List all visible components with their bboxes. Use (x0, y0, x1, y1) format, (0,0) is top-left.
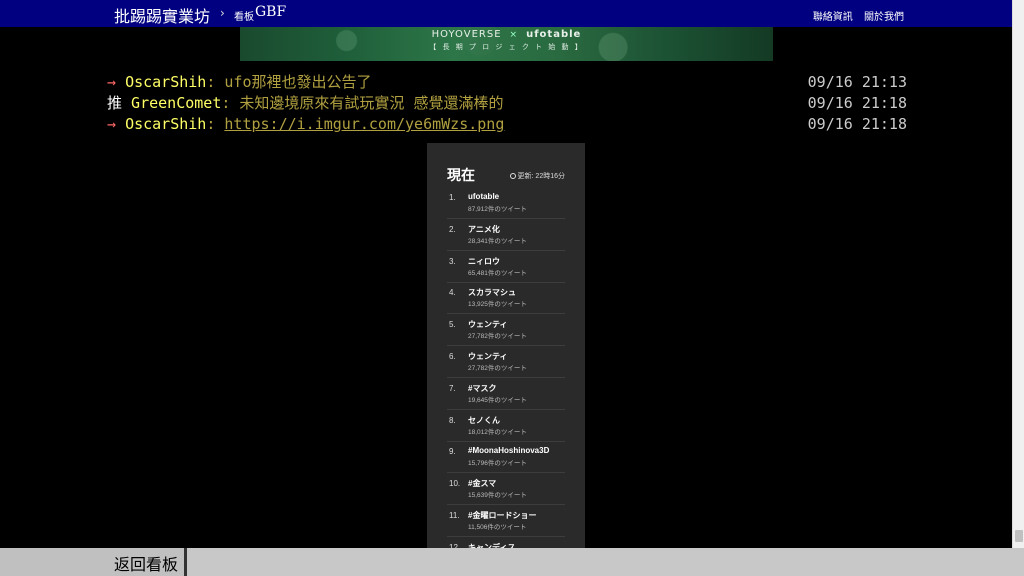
trends-updated-time: 更新: 22時16分 (509, 171, 565, 181)
trend-name: #マスク (468, 383, 497, 393)
vertical-scrollbar[interactable] (1012, 0, 1024, 548)
top-navigation-bar: 批踢踢實業坊 › 看板 GBF 聯絡資訊 關於我們 (0, 0, 1012, 27)
trend-tweet-count: 28,341件のツイート (468, 237, 527, 245)
trend-item: 4. スカラマシュ 13,925件のツイート (447, 282, 565, 315)
board-name-link[interactable]: GBF (255, 4, 286, 20)
push-comment: → OscarShih: https://i.imgur.com/ye6mWzs… (107, 114, 907, 135)
top-right-links: 聯絡資訊 關於我們 (805, 8, 904, 23)
trend-tweet-count: 27,782件のツイート (468, 365, 527, 372)
trend-name: ufotable (468, 192, 500, 201)
trend-name: #金スマ (468, 479, 497, 489)
trend-rank: 6. (449, 352, 456, 361)
trend-name: #MoonaHoshinova3D (468, 446, 550, 456)
trend-name: アニメ化 (468, 224, 500, 234)
trend-tweet-count: 15,796件のツイート (468, 460, 527, 468)
trend-rank: 10. (449, 479, 461, 489)
trend-tweet-count: 11,506件のツイート (468, 524, 527, 531)
trend-rank: 9. (449, 447, 456, 457)
trend-name: セノくん (468, 415, 500, 425)
trend-tweet-count: 18,012件のツイート (468, 428, 527, 436)
trend-name: #金曜ロードショー (468, 511, 537, 520)
trend-tweet-count: 87,912件のツイート (468, 206, 527, 213)
trend-name: ニィロウ (468, 256, 500, 266)
trend-item: 1. ufotable 87,912件のツイート (447, 187, 565, 219)
trend-item: 5. ウェンティ 27,782件のツイート (447, 314, 565, 347)
trend-item: 2. アニメ化 28,341件のツイート (447, 219, 565, 251)
scrollbar-thumb[interactable] (1015, 530, 1023, 542)
push-comment: → OscarShih: ufo那裡也發出公告了 09/16 21:13 (107, 72, 907, 93)
site-brand-link[interactable]: 批踢踢實業坊 (114, 3, 210, 27)
about-us-link[interactable]: 關於我們 (864, 12, 904, 23)
banner-subtitle: 【 長 期 プ ロ ジ ェ ク ト 始 動 】 (429, 43, 584, 51)
trend-rank: 11. (449, 511, 460, 520)
bottom-bar: 返回看板 (0, 548, 1024, 576)
trend-item: 11. #金曜ロードショー 11,506件のツイート (447, 505, 565, 537)
collab-cross: × (509, 30, 519, 40)
trend-item: 12. キャンディス (447, 537, 565, 548)
trend-item: 8. セノくん 18,012件のツイート (447, 410, 565, 442)
trend-tweet-count: 13,925件のツイート (468, 301, 527, 309)
trends-updated-label: 更新: 22時16分 (517, 173, 565, 180)
trend-tweet-count: 65,481件のツイート (468, 269, 527, 277)
trend-tweet-count: 27,782件のツイート (468, 333, 527, 341)
imgur-link[interactable]: https://i.imgur.com/ye6mWzs.png (224, 115, 504, 133)
trend-rank: 8. (449, 415, 456, 425)
push-user: OscarShih (125, 115, 207, 133)
trends-heading: 現在 (447, 167, 475, 183)
push-arrow-tag: → (107, 73, 117, 91)
trend-rank: 2. (449, 224, 456, 234)
push-content-prefix: : (206, 115, 225, 133)
push-time: 09/16 21:18 (807, 94, 907, 112)
trend-item: 3. ニィロウ 65,481件のツイート (447, 251, 565, 283)
clock-icon (509, 173, 516, 179)
trend-tweet-count: 19,645件のツイート (468, 396, 527, 404)
trend-rank: 7. (449, 383, 456, 393)
bottom-input-area (187, 548, 1024, 576)
back-to-board-button[interactable]: 返回看板 (114, 551, 178, 575)
banner-image: HOYOVERSE × ufotable 【 長 期 プ ロ ジ ェ ク ト 始 動… (240, 27, 773, 61)
trend-rank: 4. (449, 288, 456, 298)
trend-name: ウェンティ (468, 320, 508, 330)
trend-item: 9. #MoonaHoshinova3D 15,796件のツイート (447, 441, 565, 474)
trend-rank: 5. (449, 320, 456, 330)
push-user: GreenComet (131, 94, 222, 112)
board-prefix-label: 看板 (234, 12, 254, 23)
trend-tweet-count: 15,639件のツイート (468, 492, 527, 500)
trend-rank: 1. (449, 193, 456, 202)
ufotable-logo: ufotable (526, 29, 582, 40)
trend-item: 6. ウェンティ 27,782件のツイート (447, 346, 565, 378)
push-content: : ufo那裡也發出公告了 (206, 73, 372, 91)
push-time: 09/16 21:13 (807, 73, 907, 91)
contact-info-link[interactable]: 聯絡資訊 (813, 12, 853, 23)
hoyoverse-logo: HOYOVERSE (431, 29, 502, 40)
banner-logos: HOYOVERSE × ufotable (240, 29, 773, 40)
push-recommend-tag: 推 (107, 94, 123, 112)
trend-item: 10. #金スマ 15,639件のツイート (447, 473, 565, 506)
push-arrow-tag: → (107, 115, 117, 133)
push-comment: 推 GreenComet: 未知邊境原來有試玩實況 感覺還滿棒的 09/16 2… (107, 93, 907, 114)
trend-name: ウェンティ (468, 352, 508, 361)
breadcrumb-separator: › (220, 6, 225, 20)
push-time: 09/16 21:18 (807, 115, 907, 133)
push-user: OscarShih (125, 73, 207, 91)
trend-rank: 3. (449, 256, 456, 266)
twitter-trends-image: 現在 更新: 22時16分 1. ufotable 87,912件のツイート 2. アニ… (427, 143, 585, 548)
push-content: : 未知邊境原來有試玩實況 感覺還滿棒的 (221, 94, 504, 112)
trend-item: 7. #マスク 19,645件のツイート (447, 378, 565, 410)
trend-name: スカラマシュ (468, 288, 516, 298)
